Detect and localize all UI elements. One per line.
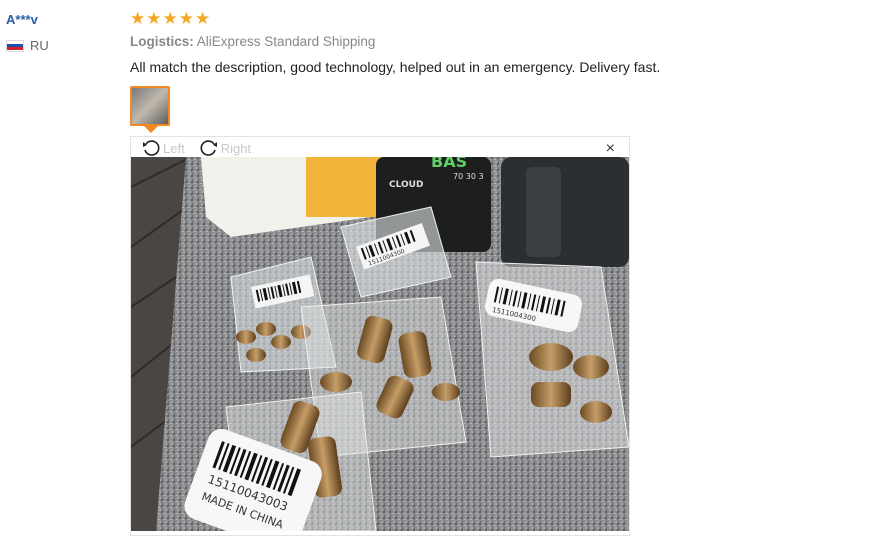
logistics-label: Logistics: (130, 34, 194, 49)
star-icon: ★ (162, 9, 178, 28)
viewer-toolbar: Left Right (141, 137, 251, 159)
rotate-right-icon (200, 140, 217, 156)
reviewer-name[interactable]: A***v (6, 12, 38, 27)
reviewer-country: RU (6, 38, 49, 53)
logistics-info: Logistics: AliExpress Standard Shipping (130, 34, 375, 49)
image-viewer: Left Right × BAS CLOUD 70 30 3 151100430… (130, 136, 630, 536)
review-text: All match the description, good technolo… (130, 59, 661, 75)
bottle-numbers: 70 30 3 (453, 172, 484, 181)
rotate-right-button[interactable]: Right (199, 138, 251, 158)
thumbnail-caret (144, 126, 158, 133)
rotate-left-button[interactable]: Left (141, 138, 185, 158)
close-icon[interactable]: × (606, 141, 615, 157)
rotate-left-icon (143, 140, 160, 156)
logistics-value: AliExpress Standard Shipping (196, 34, 376, 49)
star-icon: ★ (195, 9, 211, 28)
review-photo-thumbnail[interactable] (130, 86, 170, 126)
star-icon: ★ (130, 9, 146, 28)
review-photo-image: BAS CLOUD 70 30 3 1511004300 1511004300 … (131, 157, 629, 531)
flag-ru-icon (6, 39, 24, 52)
bottle-brand: CLOUD (389, 180, 423, 190)
bottle-label: BAS (431, 157, 467, 171)
review-photo: BAS CLOUD 70 30 3 1511004300 1511004300 … (131, 157, 629, 531)
country-code: RU (30, 38, 49, 53)
rotate-right-label: Right (220, 140, 252, 156)
star-icon: ★ (178, 9, 194, 28)
star-icon: ★ (146, 9, 162, 28)
rating-stars: ★ ★ ★ ★ ★ (130, 9, 210, 29)
rotate-left-label: Left (163, 140, 185, 156)
